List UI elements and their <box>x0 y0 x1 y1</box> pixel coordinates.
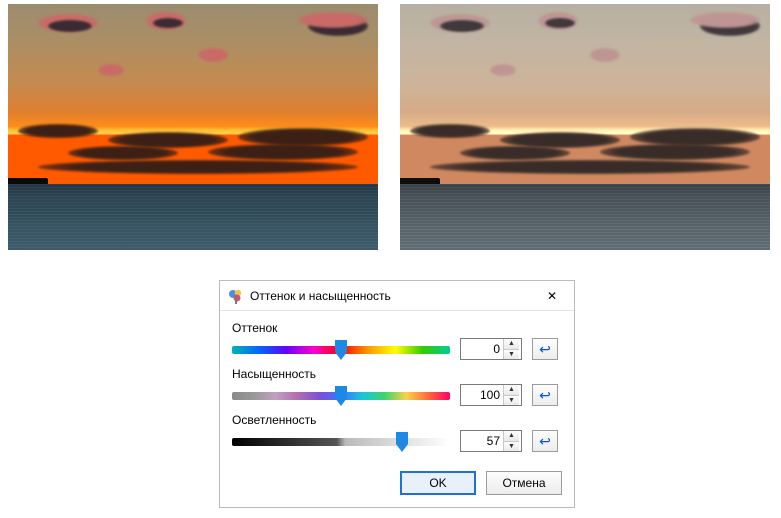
saturation-label: Насыщенность <box>232 367 562 381</box>
lightness-spinner[interactable]: ▲ ▼ <box>460 430 522 452</box>
spin-down-icon: ▼ <box>508 397 515 404</box>
lightness-label: Осветленность <box>232 413 562 427</box>
spin-down-icon: ▼ <box>508 351 515 358</box>
reset-icon: ↩ <box>539 341 551 358</box>
preview-image-original <box>8 4 378 250</box>
saturation-slider[interactable] <box>232 383 450 407</box>
reset-icon: ↩ <box>539 387 551 404</box>
hue-spin-up[interactable]: ▲ <box>504 339 519 350</box>
hue-input[interactable] <box>461 339 503 359</box>
lightness-input[interactable] <box>461 431 503 451</box>
saturation-spinner[interactable]: ▲ ▼ <box>460 384 522 406</box>
hue-saturation-dialog: Оттенок и насыщенность ✕ Оттенок ▲ <box>219 280 575 508</box>
spin-up-icon: ▲ <box>508 386 515 393</box>
lightness-slider[interactable] <box>232 429 450 453</box>
hue-spinner[interactable]: ▲ ▼ <box>460 338 522 360</box>
lightness-spin-up[interactable]: ▲ <box>504 431 519 442</box>
spin-down-icon: ▼ <box>508 443 515 450</box>
hue-spin-down[interactable]: ▼ <box>504 350 519 360</box>
hue-label: Оттенок <box>232 321 562 335</box>
saturation-spin-up[interactable]: ▲ <box>504 385 519 396</box>
preview-image-adjusted <box>400 4 770 250</box>
saturation-track <box>232 392 450 400</box>
lightness-spin-down[interactable]: ▼ <box>504 442 519 452</box>
spin-up-icon: ▲ <box>508 432 515 439</box>
titlebar: Оттенок и насыщенность ✕ <box>220 281 574 311</box>
close-icon: ✕ <box>547 289 557 303</box>
spin-up-icon: ▲ <box>508 340 515 347</box>
hue-reset-button[interactable]: ↩ <box>532 338 558 360</box>
saturation-reset-button[interactable]: ↩ <box>532 384 558 406</box>
saturation-spin-down[interactable]: ▼ <box>504 396 519 406</box>
dialog-title: Оттенок и насыщенность <box>250 289 391 303</box>
close-button[interactable]: ✕ <box>530 281 574 311</box>
lightness-reset-button[interactable]: ↩ <box>532 430 558 452</box>
lightness-track <box>232 438 450 446</box>
cancel-button[interactable]: Отмена <box>486 471 562 495</box>
hue-track <box>232 346 450 354</box>
ok-button[interactable]: OK <box>400 471 476 495</box>
saturation-input[interactable] <box>461 385 503 405</box>
hue-slider[interactable] <box>232 337 450 361</box>
app-icon <box>228 288 244 304</box>
reset-icon: ↩ <box>539 433 551 450</box>
